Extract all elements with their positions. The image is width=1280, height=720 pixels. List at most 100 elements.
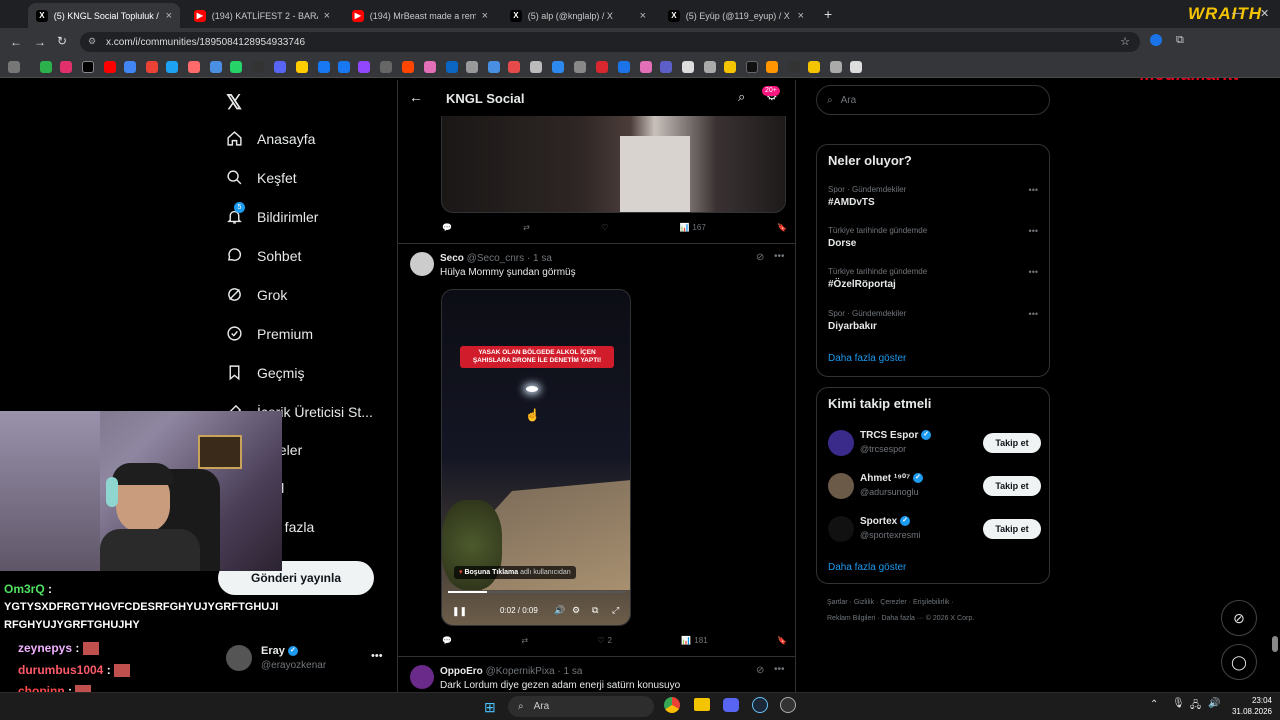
more-options-icon[interactable]: ••• bbox=[1029, 226, 1038, 236]
bookmark-icon[interactable] bbox=[488, 61, 500, 73]
bookmark-icon[interactable] bbox=[830, 61, 842, 73]
bookmark-icon[interactable] bbox=[402, 61, 414, 73]
scrollbar[interactable] bbox=[1272, 636, 1278, 652]
bookmark-icon[interactable] bbox=[188, 61, 200, 73]
folder-icon[interactable] bbox=[808, 61, 820, 73]
video-progress-bar[interactable] bbox=[448, 591, 626, 593]
bookmark-icon[interactable] bbox=[380, 61, 392, 73]
follow-button[interactable]: Takip et bbox=[983, 476, 1041, 496]
bookmark-icon[interactable] bbox=[274, 61, 286, 73]
nav-item-home[interactable]: Anasayfa bbox=[226, 130, 315, 147]
repost-icon[interactable]: ⇄ bbox=[521, 636, 528, 645]
bookmark-icon[interactable] bbox=[530, 61, 542, 73]
nav-item-explore[interactable]: Keşfet bbox=[226, 169, 297, 186]
network-icon[interactable]: 🖧 bbox=[1190, 698, 1201, 715]
picture-in-picture-icon[interactable]: ⧉ bbox=[592, 605, 598, 616]
bookmark-icon[interactable] bbox=[124, 61, 136, 73]
bookmark-icon[interactable] bbox=[574, 61, 586, 73]
author-handle[interactable]: @KopernikPixa bbox=[486, 666, 555, 677]
bookmark-icon[interactable] bbox=[318, 61, 330, 73]
fullscreen-icon[interactable]: ⤢ bbox=[612, 605, 619, 616]
bookmark-icon[interactable] bbox=[552, 61, 564, 73]
video-player[interactable]: YASAK OLAN BÖLGEDE ALKOL İÇEN ŞAHISLARA … bbox=[441, 289, 631, 626]
reply-icon[interactable]: 💬 bbox=[442, 223, 452, 232]
back-icon[interactable]: ← bbox=[10, 35, 22, 49]
reply-icon[interactable]: 💬 bbox=[442, 636, 452, 645]
follow-suggestion[interactable]: Ahmet ¹⁹⁰⁷ ✓ @adursunoglu Takip et bbox=[817, 469, 1051, 503]
tab-x-eyup[interactable]: X (5) Eyüp (@119_eyup) / X × bbox=[660, 3, 812, 28]
apps-icon[interactable] bbox=[8, 61, 20, 73]
nav-item-chat[interactable]: Sohbet bbox=[226, 247, 301, 264]
trend-item[interactable]: Spor · Gündemdekiler Diyarbakır ••• bbox=[828, 309, 1038, 332]
bookmark-icon[interactable] bbox=[466, 61, 478, 73]
more-options-icon[interactable]: ••• bbox=[1029, 267, 1038, 277]
site-info-icon[interactable]: ⚙ bbox=[88, 36, 96, 47]
chevron-up-icon[interactable]: ⌃ bbox=[1150, 699, 1158, 710]
bookmark-icon[interactable] bbox=[338, 61, 350, 73]
bookmark-icon[interactable] bbox=[104, 61, 116, 73]
chrome-icon[interactable] bbox=[664, 697, 680, 713]
settings-icon[interactable]: ⚙ bbox=[572, 605, 580, 616]
discord-icon[interactable] bbox=[723, 698, 739, 712]
follow-button[interactable]: Takip et bbox=[983, 433, 1041, 453]
bookmark-icon[interactable] bbox=[40, 61, 52, 73]
search-input[interactable]: ⌕ Ara bbox=[816, 85, 1050, 115]
volume-icon[interactable]: 🔊 bbox=[554, 605, 565, 616]
close-icon[interactable]: × bbox=[166, 10, 172, 22]
follow-button[interactable]: Takip et bbox=[983, 519, 1041, 539]
x-logo-icon[interactable]: 𝕏 bbox=[226, 90, 242, 115]
bookmark-icon[interactable] bbox=[358, 61, 370, 73]
tab-x-alp[interactable]: X (5) alp (@knglalp) / X × bbox=[502, 3, 654, 28]
bookmark-icon[interactable] bbox=[850, 61, 862, 73]
more-options-icon[interactable]: ••• bbox=[371, 650, 383, 662]
grok-floating-button[interactable]: ⊘ bbox=[1221, 600, 1257, 636]
bookmark-icon[interactable]: 🔖 bbox=[777, 223, 787, 232]
author-name[interactable]: OppoEro bbox=[440, 666, 483, 677]
bookmark-icon[interactable] bbox=[60, 61, 72, 73]
like-icon[interactable]: ♡ bbox=[601, 223, 608, 232]
more-options-icon[interactable]: ••• bbox=[774, 664, 785, 675]
taskbar-search[interactable]: ⌕ Ara bbox=[508, 696, 654, 717]
bookmark-icon[interactable] bbox=[766, 61, 778, 73]
trend-item[interactable]: Spor · Gündemdekiler #AMDvTS ••• bbox=[828, 185, 1038, 208]
bookmark-icon[interactable] bbox=[788, 61, 800, 73]
reload-icon[interactable]: ↻ bbox=[57, 34, 67, 48]
bookmark-icon[interactable] bbox=[296, 61, 308, 73]
close-window-icon[interactable]: ✕ bbox=[1260, 7, 1269, 20]
new-tab-icon[interactable]: + bbox=[824, 6, 832, 22]
minimize-icon[interactable]: — bbox=[1232, 8, 1242, 19]
views-button[interactable]: 📊 181 bbox=[681, 636, 707, 645]
footer-links[interactable]: Şartlar · Gizlilik · Çerezler · Erişileb… bbox=[827, 599, 954, 606]
pause-icon[interactable]: ❚❚ bbox=[452, 606, 467, 617]
bookmark-icon[interactable] bbox=[210, 61, 222, 73]
nav-item-grok[interactable]: Grok bbox=[226, 286, 287, 303]
volume-icon[interactable]: 🔊 bbox=[1208, 698, 1220, 709]
microphone-icon[interactable]: 🎙 bbox=[1172, 698, 1185, 709]
like-button[interactable]: ♡ 2 bbox=[597, 636, 612, 645]
bookmark-icon[interactable] bbox=[446, 61, 458, 73]
nav-item-bookmarks[interactable]: Geçmiş bbox=[226, 364, 304, 381]
bookmark-icon[interactable] bbox=[618, 61, 630, 73]
back-arrow-icon[interactable]: ← bbox=[409, 89, 423, 105]
clock[interactable]: 23:04 31.08.2026 bbox=[1228, 695, 1272, 717]
bookmark-icon[interactable] bbox=[596, 61, 608, 73]
close-icon[interactable]: × bbox=[324, 10, 330, 22]
nav-item-premium[interactable]: Premium bbox=[226, 325, 313, 342]
app-icon[interactable] bbox=[780, 697, 796, 713]
bookmark-icon[interactable] bbox=[746, 61, 758, 73]
trend-item[interactable]: Türkiye tarihinde gündemde #ÖzelRöportaj… bbox=[828, 267, 1038, 290]
bookmark-icon[interactable] bbox=[166, 61, 178, 73]
show-more-link[interactable]: Daha fazla göster bbox=[828, 562, 906, 573]
post-media-image[interactable] bbox=[441, 116, 786, 213]
bookmark-icon[interactable] bbox=[660, 61, 672, 73]
close-icon[interactable]: × bbox=[798, 10, 804, 22]
more-options-icon[interactable]: ••• bbox=[1029, 309, 1038, 319]
author-name[interactable]: Seco bbox=[440, 253, 464, 264]
more-options-icon[interactable]: ••• bbox=[1029, 185, 1038, 195]
bookmark-icon[interactable] bbox=[424, 61, 436, 73]
avatar[interactable] bbox=[410, 665, 434, 689]
extensions-puzzle-icon[interactable]: ⧉ bbox=[1176, 34, 1184, 47]
extension-icon[interactable] bbox=[1150, 34, 1162, 46]
windows-start-icon[interactable]: ⊞ bbox=[484, 699, 496, 716]
footer-links[interactable]: Reklam Bilgileri · Daha fazla ··· © 2026… bbox=[827, 615, 974, 622]
